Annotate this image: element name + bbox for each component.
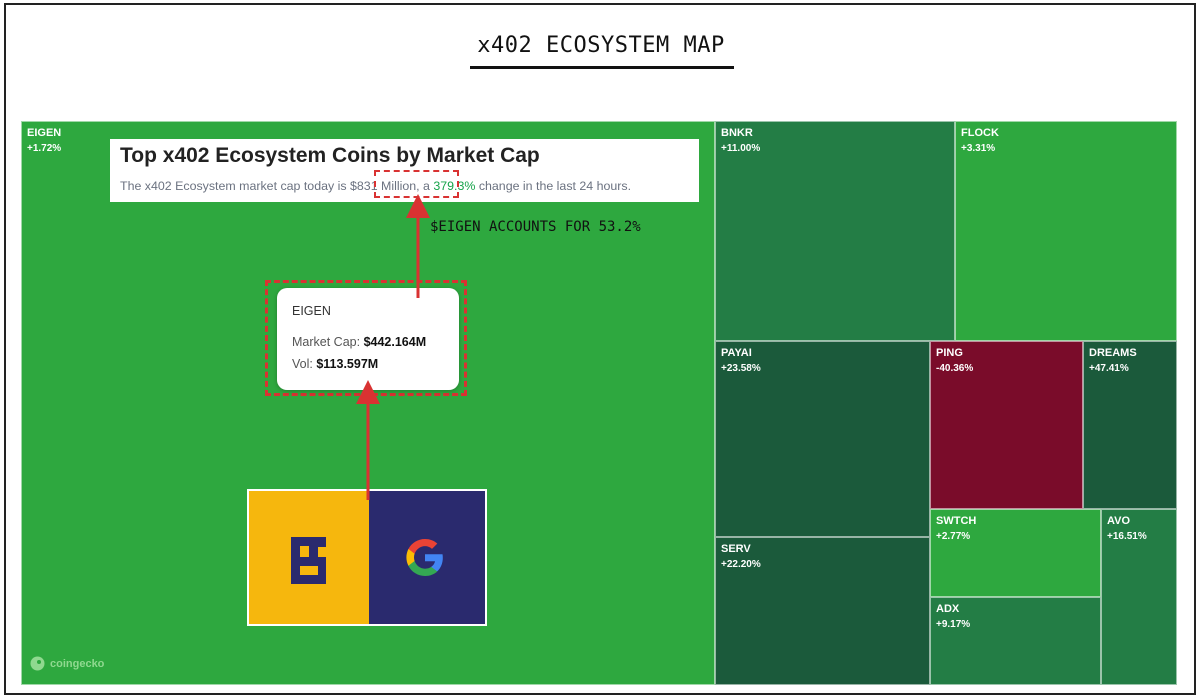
treemap-chart: EIGEN +1.72% BNKR +11.00% FLOCK +3.31% PAYAI +2… [21,121,1177,685]
tile-change: +1.72% [27,143,62,154]
tile-change: +2.77% [936,531,971,542]
tooltip-volume: Vol: $113.597M [292,357,378,371]
tile-change: +22.20% [721,559,761,570]
tile-change: +23.58% [721,363,761,374]
tile-symbol: PING [936,347,963,359]
title-underline [470,66,734,69]
treemap-tile-adx[interactable]: ADX +9.17% [930,597,1101,685]
treemap-tile-payai[interactable]: PAYAI +23.58% [715,341,930,537]
eigenlayer-logo-icon [249,491,369,624]
market-cap-highlight-box [374,170,459,198]
tile-symbol: EIGEN [27,127,62,139]
tile-change: +3.31% [961,143,996,154]
tooltip-vol-label: Vol: [292,357,317,371]
treemap-tile-dreams[interactable]: DREAMS +47.41% [1083,341,1177,509]
coingecko-label: coingecko [50,657,105,670]
tile-symbol: ADX [936,603,960,615]
subtitle-prefix: The x402 Ecosystem market cap today is [120,179,351,193]
tile-symbol: SWTCH [936,515,977,527]
tile-change: +47.41% [1089,363,1129,374]
header-title: Top x402 Ecosystem Coins by Market Cap [120,144,540,167]
tooltip-market-cap-label: Market Cap: [292,335,364,349]
tooltip-market-cap-value: $442.164M [363,335,427,349]
tile-change: +9.17% [936,619,971,630]
treemap-tile-avo[interactable]: AVO +16.51% [1101,509,1177,685]
tile-symbol: SERV [721,543,751,555]
logo-panel [247,489,487,626]
treemap-tile-flock[interactable]: FLOCK +3.31% [955,121,1177,341]
tooltip-market-cap: Market Cap: $442.164M [292,335,426,349]
subtitle-suffix: change in the last 24 hours. [475,179,632,193]
page-title: x402 ECOSYSTEM MAP [477,33,725,58]
tile-change: +16.51% [1107,531,1147,542]
eigen-tooltip: EIGEN Market Cap: $442.164M Vol: $113.59… [277,288,459,390]
treemap-tile-serv[interactable]: SERV +22.20% [715,537,930,685]
tooltip-vol-value: $113.597M [316,357,379,371]
tile-symbol: BNKR [721,127,753,139]
tile-symbol: PAYAI [721,347,752,359]
treemap-tile-bnkr[interactable]: BNKR +11.00% [715,121,955,341]
tile-change: -40.36% [936,363,974,374]
tile-symbol: AVO [1107,515,1131,527]
tile-symbol: DREAMS [1089,347,1137,359]
tile-symbol: FLOCK [961,127,999,139]
tooltip-name: EIGEN [292,304,331,318]
coingecko-watermark: coingecko [30,656,104,671]
coingecko-icon [30,656,45,671]
treemap-tile-swtch[interactable]: SWTCH +2.77% [930,509,1101,597]
google-g-logo-icon [369,491,485,624]
treemap-tile-ping[interactable]: PING -40.36% [930,341,1083,509]
tile-change: +11.00% [721,143,761,154]
eigen-share-annotation: $EIGEN ACCOUNTS FOR 53.2% [430,219,641,235]
